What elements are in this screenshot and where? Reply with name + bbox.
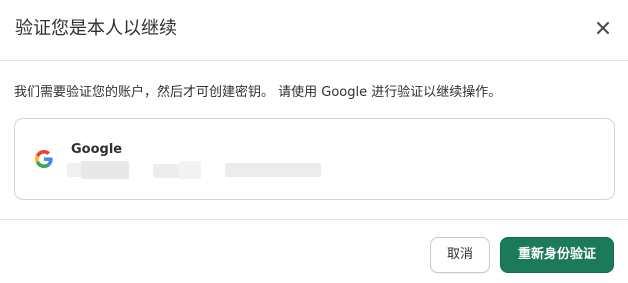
close-icon (597, 22, 609, 34)
dialog-message: 我们需要验证您的账户，然后才可创建密钥。 请使用 Google 进行验证以继续操… (14, 85, 502, 100)
provider-name: Google (71, 142, 123, 157)
account-card: Google (14, 118, 615, 200)
reauthenticate-button[interactable]: 重新身份验证 (500, 237, 614, 273)
close-button[interactable] (590, 15, 616, 41)
dialog-body: 我们需要验证您的账户，然后才可创建密钥。 请使用 Google 进行验证以继续操… (0, 61, 628, 220)
cancel-button[interactable]: 取消 (430, 237, 490, 273)
dialog-header: 验证您是本人以继续 (0, 0, 628, 61)
redacted-account-identifier (67, 161, 327, 179)
reauthentication-dialog: 验证您是本人以继续 我们需要验证您的账户，然后才可创建密钥。 请使用 Googl… (0, 0, 628, 283)
dialog-title: 验证您是本人以继续 (15, 18, 177, 39)
dialog-footer: 取消 重新身份验证 (0, 220, 628, 283)
google-icon (35, 150, 53, 168)
